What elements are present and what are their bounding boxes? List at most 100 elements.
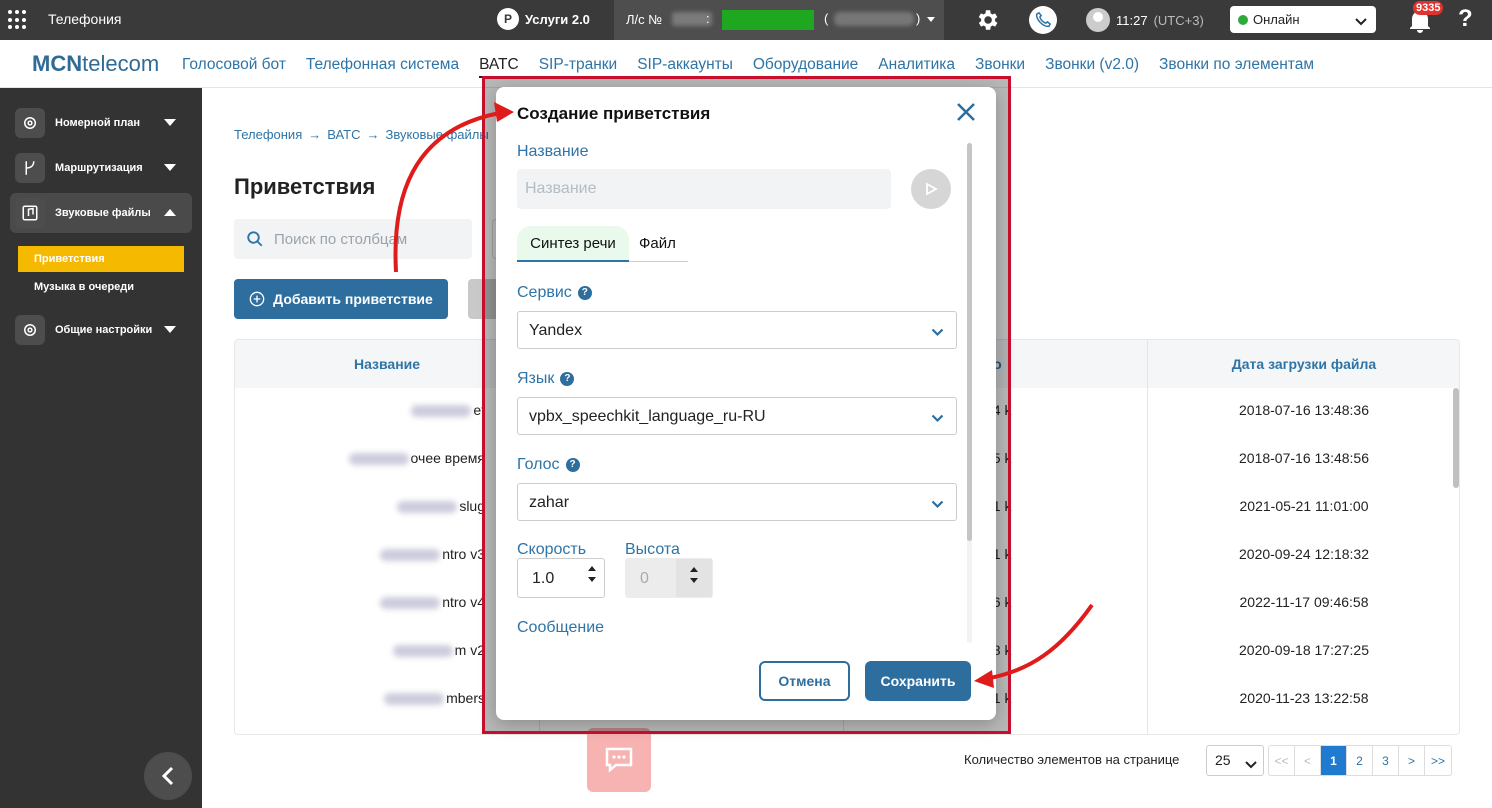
row-date: 2020-11-23 13:22:58 [1239,690,1369,706]
status-select[interactable]: Онлайн [1230,6,1376,33]
sidebar-item-sound-files[interactable]: Звуковые файлы [10,193,192,233]
apps-grid-icon[interactable] [8,10,28,30]
nav-tab-voice-bot[interactable]: Голосовой бот [182,56,286,78]
nav-tab-equipment[interactable]: Оборудование [753,56,858,78]
gear-icon[interactable] [974,7,1000,38]
row-name: slug [285,498,485,514]
redacted-text [348,453,409,466]
page-button-3[interactable]: 3 [1373,746,1399,775]
sidebar-subitem-queue-music[interactable]: Музыка в очереди [18,274,184,300]
breadcrumb-item[interactable]: ВАТС [327,127,360,142]
online-dot-icon [1238,14,1248,25]
chevron-down-icon [931,410,944,428]
nav-tab-sip-accounts[interactable]: SIP-аккаунты [637,56,733,78]
nav-tab-analytics[interactable]: Аналитика [878,56,955,78]
play-icon [926,182,938,196]
sidebar-subitem-greetings[interactable]: Приветствия [18,246,184,272]
tab-file[interactable]: Файл [639,226,676,260]
nav-tab-phone-system[interactable]: Телефонная система [306,56,459,78]
play-button[interactable] [911,169,951,209]
row-name: ntro v4 [285,594,485,610]
row-name-text: mbers [446,690,485,706]
row-date: 2018-07-16 13:48:56 [1239,450,1369,466]
tab-speech-synthesis[interactable]: Синтез речи [517,226,629,262]
chat-button[interactable] [587,728,651,792]
help-icon[interactable]: ? [577,285,592,300]
sidebar-item-routing[interactable]: Маршрутизация [10,148,192,188]
redacted-text [411,405,472,418]
speed-label: Скорость [517,541,587,558]
row-name: m v2 [285,642,485,658]
close-icon[interactable] [956,102,976,127]
page-prev-button[interactable]: < [1295,746,1321,775]
nav-tab-calls-by-elements[interactable]: Звонки по элементам [1159,56,1314,78]
service-select[interactable]: Yandex [517,311,957,349]
user-menu[interactable]: 11:27 (UTC+3) [1086,8,1204,32]
voice-select[interactable]: zahar [517,483,957,521]
nav-tab-calls[interactable]: Звонки [975,56,1025,78]
service-label-text: Сервис [517,284,572,301]
row-name-text: ntro v3 [442,546,485,562]
voice-value: zahar [529,494,570,511]
nav-tab-sip-trunks[interactable]: SIP-транки [539,56,617,78]
language-select[interactable]: vpbx_speechkit_language_ru-RU [517,397,957,435]
search-input[interactable] [274,219,464,259]
services-link[interactable]: P Услуги 2.0 [497,8,590,30]
page-size-select[interactable]: 25 [1206,745,1264,776]
row-name-text: ntro v4 [442,594,485,610]
add-greeting-button[interactable]: Добавить приветствие [234,279,448,319]
name-field[interactable] [517,169,891,209]
page-button-1[interactable]: 1 [1321,746,1347,775]
help-icon[interactable]: ? [565,457,580,472]
row-name-text: m v2 [454,642,485,658]
page-last-button[interactable]: >> [1425,746,1451,775]
service-label: Сервис? [517,284,592,302]
chevron-down-icon [1355,14,1367,29]
music-file-icon [15,198,45,228]
nav-tab-calls-v2[interactable]: Звонки (v2.0) [1045,56,1139,78]
account-balance-redacted [722,10,814,30]
status-label: Онлайн [1253,12,1300,27]
caret-down-icon [927,17,935,22]
collapse-sidebar-button[interactable] [144,752,192,800]
language-label-text: Язык [517,370,555,387]
column-header-date[interactable]: Дата загрузки файла [1147,356,1459,372]
settings-icon [15,315,45,345]
page-size-value: 25 [1215,752,1231,768]
speed-stepper[interactable]: 1.0 [517,558,605,598]
caret-down-icon [164,119,176,126]
save-button[interactable]: Сохранить [865,661,971,701]
page-size-label: Количество элементов на странице [964,752,1180,767]
breadcrumb: Телефония → ВАТС → Звуковые файлы [234,127,489,142]
breadcrumb-item[interactable]: Звуковые файлы [385,127,488,142]
row-name: ntro v3 [285,546,485,562]
pitch-stepper: 0 [625,558,713,598]
account-paren-close: ) [916,11,921,26]
routing-icon [15,153,45,183]
logo[interactable]: MCNtelecom [32,51,159,77]
phone-icon[interactable] [1029,6,1057,34]
table-scrollbar[interactable] [1453,388,1459,488]
account-colon: : [706,11,710,26]
help-icon[interactable]: ? [560,371,575,386]
chevron-down-icon [931,324,944,342]
cancel-button[interactable]: Отмена [759,661,850,701]
dialog-scrollbar[interactable] [967,143,972,541]
logo-bold: MCN [32,51,83,76]
page-title: Приветствия [234,174,376,199]
page-next-button[interactable]: > [1399,746,1425,775]
page-button-2[interactable]: 2 [1347,746,1373,775]
stepper-arrows-icon[interactable] [588,566,596,582]
breadcrumb-item[interactable]: Телефония [234,127,302,142]
sidebar-item-number-plan[interactable]: Номерной план [10,103,192,143]
nav-tab-vats[interactable]: ВАТС [479,56,519,78]
page-first-button[interactable]: << [1269,746,1295,775]
pitch-label: Высота [625,541,680,558]
row-date: 2020-09-24 12:18:32 [1239,546,1369,562]
sidebar-item-general-settings[interactable]: Общие настройки [10,310,192,350]
sidebar: Номерной план Маршрутизация Звуковые фай… [0,88,202,808]
help-icon[interactable]: ? [1458,5,1473,33]
services-label: Услуги 2.0 [525,11,590,27]
account-selector[interactable]: Л/с № : ( ) [614,0,944,40]
avatar [1086,8,1110,32]
